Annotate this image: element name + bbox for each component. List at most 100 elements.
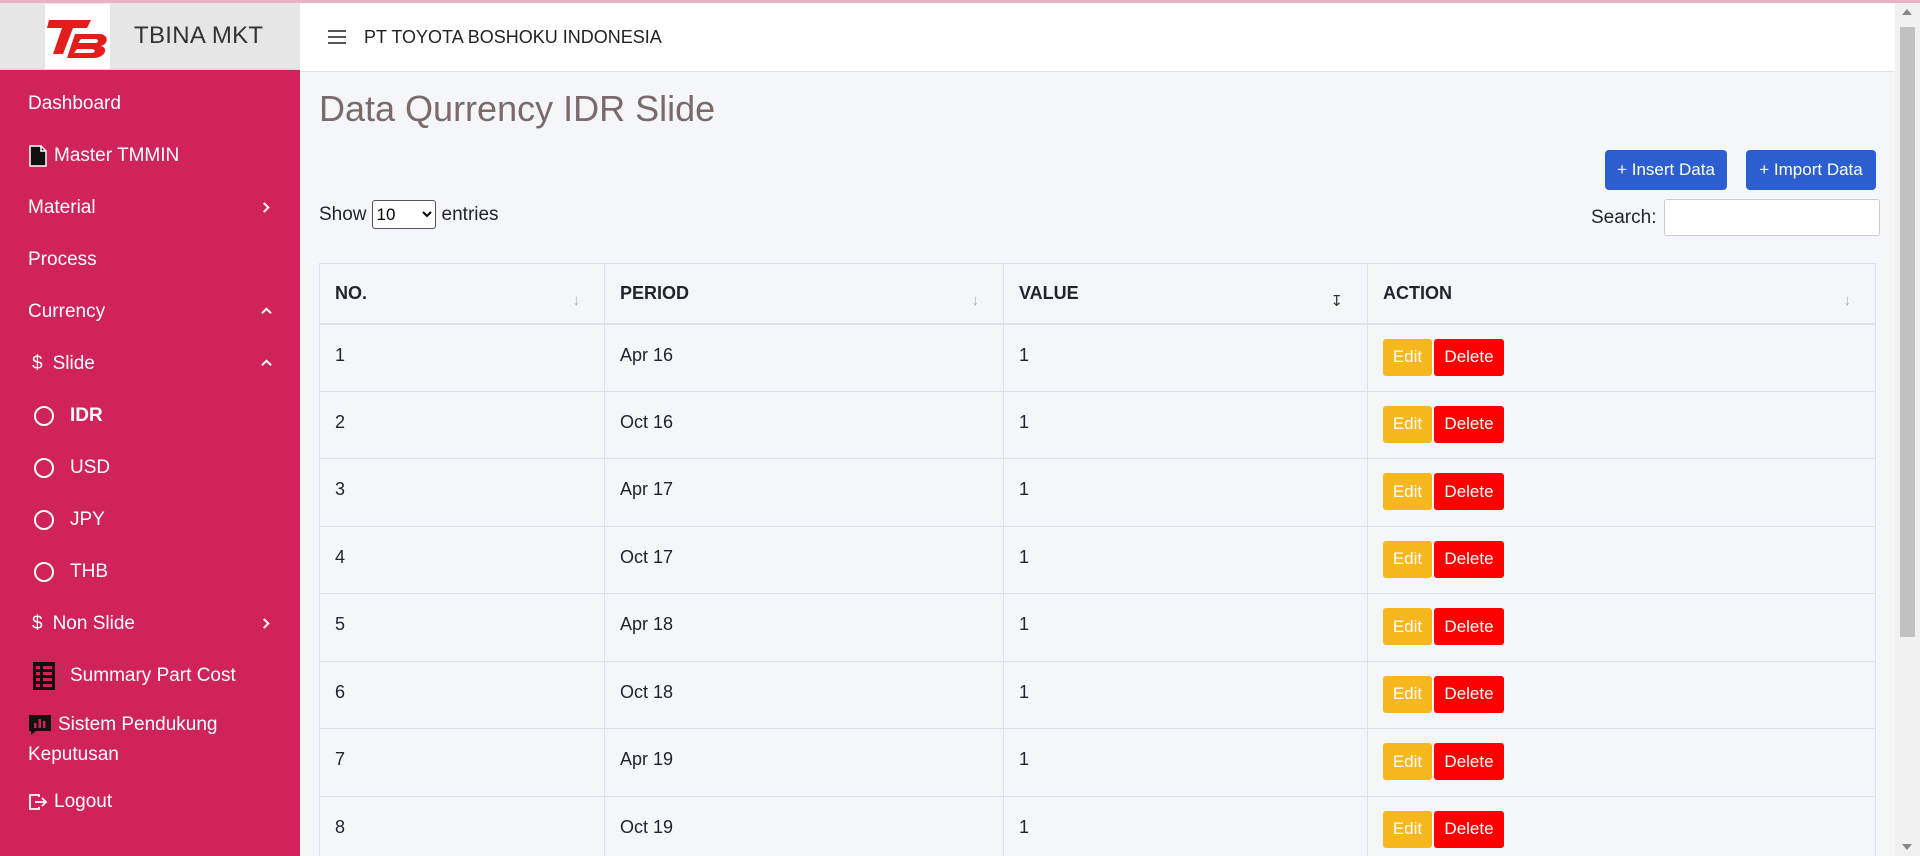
sidebar-item-master-tmmin[interactable]: Master TMMIN	[0, 130, 300, 182]
table-row: 4 Oct 17 1 Edit Delete	[319, 525, 1876, 594]
sidebar-item-dashboard[interactable]: Dashboard	[0, 78, 300, 130]
cell-no: 7	[319, 728, 605, 797]
delete-button[interactable]: Delete	[1434, 473, 1504, 510]
delete-button[interactable]: Delete	[1434, 540, 1504, 578]
brand-title: TBINA MKT	[134, 22, 264, 49]
brand[interactable]: TBINA MKT	[0, 3, 300, 70]
cell-value: 1	[1003, 795, 1368, 856]
cell-value: 1	[1003, 323, 1368, 392]
table-body: 1 Apr 16 1 Edit Delete 2 Oct 16 1 Edit Delete 3 Apr…	[319, 323, 1876, 856]
sidebar-item-non-slide[interactable]: $ Non Slide	[0, 598, 300, 650]
edit-button[interactable]: Edit	[1383, 405, 1432, 443]
cell-value: 1	[1003, 525, 1368, 594]
delete-button[interactable]: Delete	[1434, 675, 1504, 713]
cell-period: Oct 16	[604, 390, 1004, 459]
column-header-action[interactable]: ACTION ↓	[1367, 263, 1876, 325]
table-row: 5 Apr 18 1 Edit Delete	[319, 593, 1876, 662]
edit-button[interactable]: Edit	[1383, 743, 1432, 780]
import-data-button[interactable]: + Import Data	[1746, 150, 1876, 190]
sidebar-item-slide[interactable]: $ Slide	[0, 338, 300, 390]
edit-button[interactable]: Edit	[1383, 608, 1432, 645]
cell-period: Apr 19	[604, 728, 1004, 797]
cell-action: Edit Delete	[1367, 390, 1876, 459]
search: Search:	[1591, 199, 1881, 236]
sidebar: TBINA MKT Dashboard Master TMMIN Materia…	[0, 3, 300, 856]
cell-period: Oct 19	[604, 795, 1004, 856]
chevron-right-icon	[263, 202, 270, 213]
table-row: 3 Apr 17 1 Edit Delete	[319, 458, 1876, 527]
sidebar-item-thb[interactable]: THB	[0, 546, 300, 598]
column-header-period[interactable]: PERIOD ↓	[604, 263, 1004, 325]
sidebar-item-currency[interactable]: Currency	[0, 286, 300, 338]
circle-icon	[34, 510, 54, 530]
data-table: NO. ↓ PERIOD ↓ VALUE ↧ ACTION ↓ 1 Apr 16 1 Edit…	[319, 263, 1876, 856]
edit-button[interactable]: Edit	[1383, 675, 1432, 713]
delete-button[interactable]: Delete	[1434, 405, 1504, 443]
insert-data-button[interactable]: + Insert Data	[1605, 150, 1727, 190]
column-header-label: NO.	[335, 282, 368, 303]
scroll-thumb[interactable]	[1900, 27, 1915, 637]
sidebar-item-sistem-pendukung-keputusan[interactable]: Sistem Pendukung Keputusan	[0, 702, 300, 770]
entries-select[interactable]: 10	[371, 200, 436, 229]
cell-period: Apr 18	[604, 593, 1004, 662]
cell-value: 1	[1003, 390, 1368, 459]
chart-message-icon	[28, 714, 52, 736]
sidebar-item-logout[interactable]: Logout	[0, 776, 300, 828]
delete-button[interactable]: Delete	[1434, 608, 1504, 645]
sidebar-item-label: Sistem Pendukung	[58, 714, 218, 735]
edit-button[interactable]: Edit	[1383, 338, 1432, 376]
spreadsheet-icon	[32, 661, 56, 691]
sidebar-item-process[interactable]: Process	[0, 234, 300, 286]
search-input[interactable]	[1664, 199, 1881, 236]
sidebar-item-label-second-line: Keputusan	[28, 744, 119, 765]
sidebar-item-usd[interactable]: USD	[0, 442, 300, 494]
chevron-up-icon	[261, 359, 272, 367]
edit-button[interactable]: Edit	[1383, 540, 1432, 578]
sort-icon: ↓	[1843, 292, 1852, 309]
table-row: 7 Apr 19 1 Edit Delete	[319, 728, 1876, 797]
edit-button[interactable]: Edit	[1383, 473, 1432, 510]
delete-button[interactable]: Delete	[1434, 338, 1504, 376]
sidebar-item-material[interactable]: Material	[0, 182, 300, 234]
delete-button[interactable]: Delete	[1434, 743, 1504, 780]
search-label: Search:	[1591, 206, 1657, 228]
edit-button[interactable]: Edit	[1383, 810, 1432, 848]
company-name: PT TOYOTA BOSHOKU INDONESIA	[364, 26, 662, 47]
top-header: PT TOYOTA BOSHOKU INDONESIA	[300, 3, 1895, 72]
sidebar-item-label: THB	[70, 561, 108, 582]
cell-value: 1	[1003, 660, 1368, 729]
sort-icon: ↓	[971, 292, 980, 309]
document-icon	[28, 144, 48, 168]
scroll-up-arrow-icon[interactable]	[1902, 9, 1912, 15]
column-header-no[interactable]: NO. ↓	[319, 263, 605, 325]
sidebar-nav: Dashboard Master TMMIN Material Process …	[0, 78, 300, 828]
dollar-icon: $	[32, 353, 43, 374]
cell-action: Edit Delete	[1367, 660, 1876, 729]
cell-period: Oct 18	[604, 660, 1004, 729]
sidebar-item-label: Currency	[28, 301, 106, 322]
column-header-label: VALUE	[1019, 282, 1079, 303]
cell-no: 1	[319, 323, 605, 392]
show-entries: Show 10 entries	[319, 200, 499, 229]
dollar-icon: $	[32, 613, 43, 634]
cell-no: 4	[319, 525, 605, 594]
cell-action: Edit Delete	[1367, 323, 1876, 392]
sidebar-item-jpy[interactable]: JPY	[0, 494, 300, 546]
cell-action: Edit Delete	[1367, 458, 1876, 527]
table-row: 1 Apr 16 1 Edit Delete	[319, 323, 1876, 392]
sidebar-item-label: Process	[28, 249, 97, 270]
cell-no: 2	[319, 390, 605, 459]
cell-value: 1	[1003, 593, 1368, 662]
column-header-value[interactable]: VALUE ↧	[1003, 263, 1368, 325]
sidebar-item-summary-part-cost[interactable]: Summary Part Cost	[0, 650, 300, 702]
sidebar-item-idr[interactable]: IDR	[0, 390, 300, 442]
cell-no: 8	[319, 795, 605, 856]
delete-button[interactable]: Delete	[1434, 810, 1504, 848]
sidebar-item-label: Logout	[54, 791, 113, 812]
scroll-down-arrow-icon[interactable]	[1902, 844, 1912, 850]
table-row: 2 Oct 16 1 Edit Delete	[319, 390, 1876, 459]
page-title: Data Qurrency IDR Slide	[319, 88, 716, 129]
sidebar-item-label: Master TMMIN	[54, 145, 180, 166]
hamburger-menu-icon[interactable]	[328, 26, 346, 48]
vertical-scrollbar[interactable]	[1895, 3, 1920, 856]
